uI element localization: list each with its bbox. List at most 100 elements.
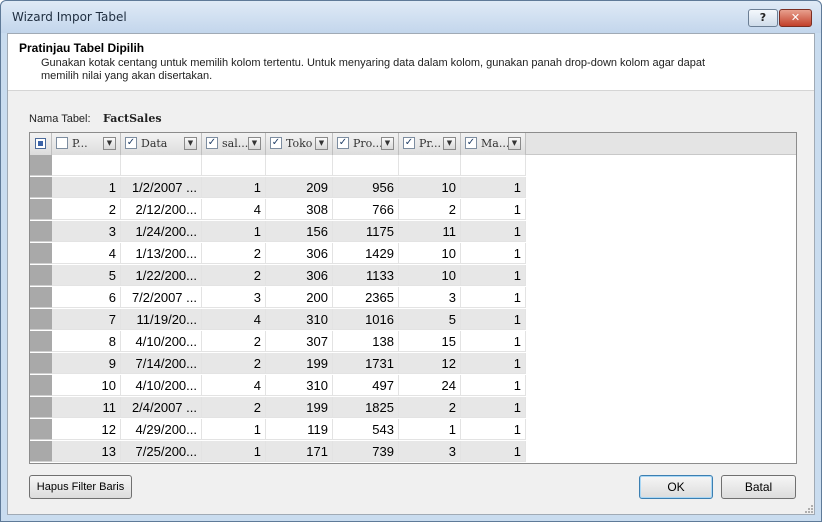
checkbox-icon[interactable] [56, 137, 68, 149]
dropdown-arrow-icon[interactable]: ▼ [103, 137, 116, 150]
table-row[interactable]: 7 11/19/20... 4 310 1016 5 1 [30, 309, 796, 331]
checkbox-checked-icon[interactable]: ✓ [403, 137, 415, 149]
row-header[interactable] [30, 397, 52, 418]
table-row[interactable]: 1 1/2/2007 ... 1 209 956 10 1 [30, 177, 796, 199]
grid-header: P... ▼ ✓ Data ▼ ✓ sal... ▼ ✓ Toko ▼ ✓ Pro... ▼ ✓ Pr... ▼… [30, 133, 796, 155]
table-cell [266, 155, 333, 176]
table-cell: 171 [266, 441, 333, 462]
clear-row-filters-button[interactable]: Hapus Filter Baris [29, 475, 132, 499]
column-header-5[interactable]: ✓ Pro... ▼ [333, 133, 399, 155]
table-cell: 15 [399, 331, 461, 352]
table-cell: 7/2/2007 ... [121, 287, 202, 308]
row-header[interactable] [30, 265, 52, 286]
checkbox-checked-icon[interactable]: ✓ [337, 137, 349, 149]
table-row[interactable]: 2 2/12/200... 4 308 766 2 1 [30, 199, 796, 221]
row-header[interactable] [30, 199, 52, 220]
table-cell: 1 [461, 331, 526, 352]
table-cell: 1 [461, 397, 526, 418]
column-header-label: Pro... [353, 137, 381, 150]
row-header[interactable] [30, 309, 52, 330]
row-header[interactable] [30, 221, 52, 242]
table-cell: 1 [399, 419, 461, 440]
table-row[interactable]: 8 4/10/200... 2 307 138 15 1 [30, 331, 796, 353]
dropdown-arrow-icon[interactable]: ▼ [381, 137, 394, 150]
table-cell: 3 [399, 441, 461, 462]
table-row[interactable]: 13 7/25/200... 1 171 739 3 1 [30, 441, 796, 463]
select-all-icon[interactable] [35, 138, 46, 149]
column-header-2[interactable]: ✓ Data ▼ [121, 133, 202, 155]
table-cell: 1 [461, 353, 526, 374]
column-header-7[interactable]: ✓ Ma... ▼ [461, 133, 526, 155]
dialog-client-area: Pratinjau Tabel Dipilih Gunakan kotak ce… [7, 33, 815, 515]
table-row[interactable] [30, 155, 796, 177]
table-cell: 3 [52, 221, 121, 242]
column-header-6[interactable]: ✓ Pr... ▼ [399, 133, 461, 155]
help-button[interactable]: ? [748, 9, 778, 27]
table-cell: 4 [52, 243, 121, 264]
column-header-1[interactable]: P... ▼ [52, 133, 121, 155]
dropdown-arrow-icon[interactable]: ▼ [508, 137, 521, 150]
resize-grip-icon[interactable] [804, 504, 814, 514]
table-cell: 8 [52, 331, 121, 352]
table-cell: 306 [266, 243, 333, 264]
window-title: Wizard Impor Tabel [12, 10, 127, 24]
dropdown-arrow-icon[interactable]: ▼ [443, 137, 456, 150]
row-header[interactable] [30, 419, 52, 440]
table-name-label: Nama Tabel: [29, 113, 91, 125]
table-cell: 199 [266, 353, 333, 374]
column-header-3[interactable]: ✓ sal... ▼ [202, 133, 266, 155]
select-all-corner[interactable] [30, 133, 52, 155]
checkbox-checked-icon[interactable]: ✓ [270, 137, 282, 149]
table-cell: 7 [52, 309, 121, 330]
table-cell: 156 [266, 221, 333, 242]
table-cell: 2 [202, 243, 266, 264]
table-cell: 543 [333, 419, 399, 440]
table-cell: 4/29/200... [121, 419, 202, 440]
table-cell: 10 [399, 243, 461, 264]
table-row[interactable]: 6 7/2/2007 ... 3 200 2365 3 1 [30, 287, 796, 309]
dropdown-arrow-icon[interactable]: ▼ [315, 137, 328, 150]
table-cell: 2365 [333, 287, 399, 308]
dropdown-arrow-icon[interactable]: ▼ [184, 137, 197, 150]
row-header[interactable] [30, 155, 52, 176]
row-header[interactable] [30, 353, 52, 374]
table-cell: 11/19/20... [121, 309, 202, 330]
table-row[interactable]: 5 1/22/200... 2 306 1133 10 1 [30, 265, 796, 287]
table-cell: 4/10/200... [121, 375, 202, 396]
column-header-label: Toko [286, 137, 313, 150]
ok-button[interactable]: OK [639, 475, 713, 499]
table-cell: 4/10/200... [121, 331, 202, 352]
table-cell: 307 [266, 331, 333, 352]
row-header[interactable] [30, 287, 52, 308]
table-row[interactable]: 10 4/10/200... 4 310 497 24 1 [30, 375, 796, 397]
column-header-4[interactable]: ✓ Toko ▼ [266, 133, 333, 155]
table-row[interactable]: 9 7/14/200... 2 199 1731 12 1 [30, 353, 796, 375]
row-header[interactable] [30, 375, 52, 396]
row-header[interactable] [30, 177, 52, 198]
table-cell: 1175 [333, 221, 399, 242]
checkbox-checked-icon[interactable]: ✓ [206, 137, 218, 149]
row-header[interactable] [30, 441, 52, 462]
table-row[interactable]: 4 1/13/200... 2 306 1429 10 1 [30, 243, 796, 265]
column-header-label: Ma... [481, 137, 508, 150]
checkbox-checked-icon[interactable]: ✓ [465, 137, 477, 149]
cancel-button[interactable]: Batal [721, 475, 796, 499]
table-cell: 2 [202, 353, 266, 374]
table-cell [121, 155, 202, 176]
table-row[interactable]: 11 2/4/2007 ... 2 199 1825 2 1 [30, 397, 796, 419]
row-header[interactable] [30, 243, 52, 264]
table-cell: 310 [266, 309, 333, 330]
row-header[interactable] [30, 331, 52, 352]
table-cell: 1/24/200... [121, 221, 202, 242]
table-cell [333, 155, 399, 176]
table-cell: 11 [399, 221, 461, 242]
table-cell: 1 [461, 419, 526, 440]
checkbox-checked-icon[interactable]: ✓ [125, 137, 137, 149]
preview-grid[interactable]: P... ▼ ✓ Data ▼ ✓ sal... ▼ ✓ Toko ▼ ✓ Pro... ▼ ✓ Pr... ▼… [29, 132, 797, 464]
close-button[interactable]: ✕ [779, 9, 812, 27]
dropdown-arrow-icon[interactable]: ▼ [248, 137, 261, 150]
table-row[interactable]: 3 1/24/200... 1 156 1175 11 1 [30, 221, 796, 243]
table-cell: 11 [52, 397, 121, 418]
table-row[interactable]: 12 4/29/200... 1 119 543 1 1 [30, 419, 796, 441]
title-bar[interactable]: Wizard Impor Tabel ? ✕ [1, 1, 821, 33]
